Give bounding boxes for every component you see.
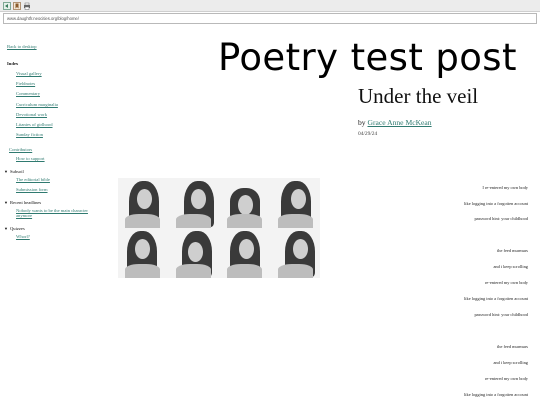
nav-devotional-work[interactable]: Devotional work [16,112,47,117]
photo [270,229,320,278]
poem-line: I re-entered my own body [482,185,528,190]
how-to-support-link[interactable]: How to support [16,156,45,161]
poem-line: re-entered my own body [484,376,528,381]
section-subsoil[interactable]: ▼ Subsoil [4,169,24,174]
photo [270,178,320,228]
editorial-bible-link[interactable]: The editorial bible [16,177,50,182]
poem-line: and i keep scrolling [493,264,528,269]
back-to-desktop-link[interactable]: Back to desktop [7,44,37,49]
post-date: 04/29/24 [358,131,378,137]
index-heading: Index [7,61,19,66]
poem-line: like logging into a forgotten account [464,392,528,397]
nav-icon[interactable] [3,2,11,10]
byline: by Grace Anne McKean [358,118,432,127]
nav-sunday-fiction[interactable]: Sunday fiction [16,132,43,137]
section-recent-headlines[interactable]: ▼ Recent headlines [4,200,41,205]
contributors-link[interactable]: Contributors [9,147,32,152]
author-link[interactable]: Grace Anne McKean [368,118,432,127]
photo [169,178,219,228]
quiz-whorl-link[interactable]: Whorl? [16,234,30,239]
poem-line: like logging into a forgotten account [464,296,528,301]
poem-line: like logging into a forgotten account [464,201,528,206]
triangle-down-icon: ▼ [4,169,8,174]
nav-curriculum-marginalia[interactable]: Curriculum marginalia [16,102,58,107]
photo [220,229,270,278]
submission-form-link[interactable]: Submission form [16,187,48,192]
triangle-down-icon: ▼ [4,226,8,231]
nav-commentary[interactable]: Commentary [16,91,40,96]
post-subtitle: Under the veil [358,84,479,108]
bookmark-icon[interactable] [13,2,21,10]
index-list: Visual gallery Fieldnotes Commentary Cur… [16,71,58,142]
browser-toolbar [0,0,540,12]
poem-line: the feed murmurs [497,344,528,349]
photo-grid [118,178,320,278]
photo [118,229,168,278]
page-title: Poetry test post [218,36,517,79]
nav-litanies-of-girlhood[interactable]: Litanies of girlhood [16,122,53,127]
photo [169,229,219,278]
nav-fieldnotes[interactable]: Fieldnotes [16,81,35,86]
section-quizzes[interactable]: ▼ Quizzes [4,226,25,231]
address-bar[interactable]: www.daughtfr.neocities.org/blog/home/ [3,13,537,24]
nav-visual-gallery[interactable]: Visual gallery [16,71,42,76]
triangle-down-icon: ▼ [4,200,8,205]
poem-line: password hint: your childhood [474,312,528,317]
headline-link[interactable]: Nobody wants to be the main character an… [16,208,96,218]
poem-line: and i keep scrolling [493,360,528,365]
poem-line: re-entered my own body [484,280,528,285]
photo [220,178,270,228]
print-icon[interactable] [23,2,31,10]
poem-line: the feed murmurs [497,248,528,253]
poem-line: password hint: your childhood [474,216,528,221]
photo [118,178,168,228]
